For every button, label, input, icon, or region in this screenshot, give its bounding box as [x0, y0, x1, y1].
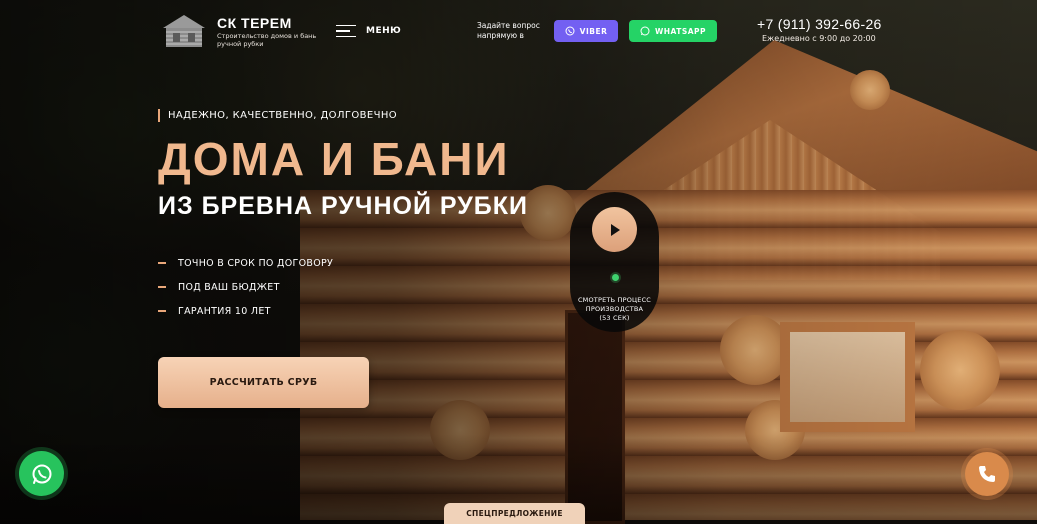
- benefit-item: ГАРАНТИЯ 10 ЛЕТ: [158, 304, 333, 318]
- benefit-item: ПОД ВАШ БЮДЖЕТ: [158, 280, 333, 294]
- benefit-text: ТОЧНО В СРОК ПО ДОГОВОРУ: [178, 257, 334, 269]
- whatsapp-float-button[interactable]: [19, 451, 64, 496]
- log-house-icon[interactable]: [162, 14, 206, 48]
- video-caption-line: СМОТРЕТЬ ПРОЦЕСС: [577, 296, 652, 304]
- viber-button[interactable]: VIBER: [554, 20, 618, 42]
- video-caption-line: ПРОИЗВОДСТВА: [585, 305, 644, 313]
- video-caption[interactable]: СМОТРЕТЬ ПРОЦЕСС ПРОИЗВОДСТВА (53 СЕК): [567, 296, 662, 323]
- hamburger-icon: [336, 24, 356, 38]
- dash-icon: [158, 286, 166, 288]
- whatsapp-label: WHATSAPP: [654, 26, 707, 36]
- menu-label: МЕНЮ: [366, 26, 402, 36]
- hero-tagline: НАДЕЖНО, КАЧЕСТВЕННО, ДОЛГОВЕЧНО: [158, 109, 397, 122]
- dash-icon: [158, 310, 166, 312]
- site-header: СК ТЕРЕМ Строительство домов и бань ручн…: [0, 0, 1037, 70]
- hero-background: [0, 0, 1037, 524]
- whatsapp-icon: [32, 464, 51, 484]
- play-icon: [610, 223, 620, 236]
- menu-button[interactable]: МЕНЮ: [336, 22, 401, 40]
- calculate-button[interactable]: РАССЧИТАТЬ СРУБ: [158, 357, 369, 408]
- special-offer-tab[interactable]: СПЕЦПРЕДЛОЖЕНИЕ: [444, 503, 585, 524]
- benefit-item: ТОЧНО В СРОК ПО ДОГОВОРУ: [158, 256, 333, 270]
- benefit-text: ГАРАНТИЯ 10 ЛЕТ: [178, 305, 271, 317]
- play-button[interactable]: [592, 207, 637, 252]
- dash-icon: [158, 262, 166, 264]
- hero-subtitle: ИЗ БРЕВНА РУЧНОЙ РУБКИ: [158, 192, 528, 220]
- phone-number-link[interactable]: +7 (911) 392-66-26: [757, 16, 882, 32]
- benefits-list: ТОЧНО В СРОК ПО ДОГОВОРУ ПОД ВАШ БЮДЖЕТ …: [158, 256, 333, 328]
- hero-title: ДОМА И БАНИ: [158, 133, 510, 185]
- brand-title[interactable]: СК ТЕРЕМ: [217, 15, 292, 31]
- live-indicator-icon: [612, 274, 619, 281]
- ask-question-text: Задайте вопрос напрямую в: [477, 21, 540, 40]
- whatsapp-icon: [640, 26, 650, 36]
- viber-icon: [565, 26, 575, 36]
- working-hours: Ежедневно с 9:00 до 20:00: [762, 34, 876, 43]
- brand-subtitle: Строительство домов и бань ручной рубки: [217, 32, 317, 48]
- phone-float-button[interactable]: [965, 452, 1009, 496]
- whatsapp-button[interactable]: WHATSAPP: [629, 20, 717, 42]
- viber-label: VIBER: [579, 26, 608, 36]
- phone-icon: [979, 466, 995, 482]
- video-caption-line: (53 СЕК): [599, 314, 630, 322]
- benefit-text: ПОД ВАШ БЮДЖЕТ: [178, 281, 280, 293]
